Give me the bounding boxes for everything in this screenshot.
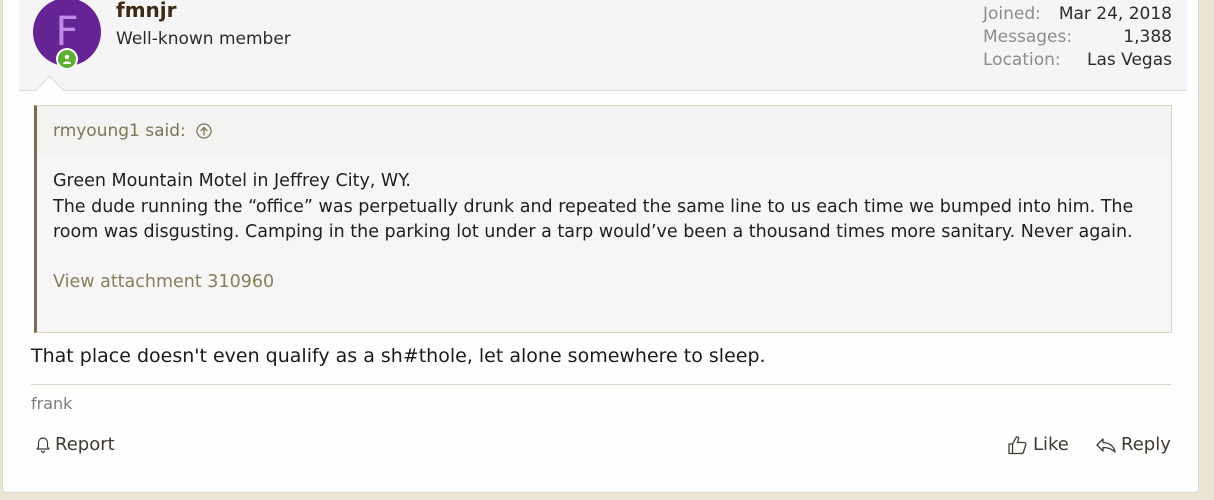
reply-arrow-icon: [1096, 437, 1116, 453]
thumbs-up-icon: [1008, 435, 1027, 454]
report-button[interactable]: Report: [35, 434, 115, 455]
post-body: That place doesn't even qualify as a sh#…: [31, 345, 766, 367]
stat-label: Joined:: [983, 4, 1041, 24]
stat-label: Messages:: [983, 27, 1073, 47]
user-online-icon: [56, 48, 78, 70]
stat-messages: Messages: 1,388: [983, 26, 1172, 49]
quote-paragraph: The dude running the “office” was perpet…: [53, 196, 1134, 243]
stat-joined: Joined: Mar 24, 2018: [983, 3, 1172, 26]
stat-value: 1,388: [1123, 27, 1172, 47]
signature-divider: [31, 384, 1171, 385]
stat-location: Location: Las Vegas: [983, 49, 1172, 72]
stat-value: Mar 24, 2018: [1058, 4, 1172, 24]
stat-label: Location:: [983, 50, 1061, 70]
quote-author-said[interactable]: rmyoung1 said:: [53, 121, 186, 141]
message-post: F fmnjr Well-known member Joined: Mar 24…: [2, 0, 1199, 493]
quote-block: rmyoung1 said: Green Mountain Motel in J…: [34, 105, 1172, 333]
like-button[interactable]: Like: [1007, 434, 1069, 455]
view-attachment-link[interactable]: View attachment 310960: [53, 270, 274, 296]
username[interactable]: fmnjr: [116, 0, 177, 21]
reply-button[interactable]: Reply: [1095, 434, 1171, 455]
arrow-up-circle-icon[interactable]: [196, 122, 212, 139]
like-label: Like: [1033, 434, 1069, 455]
report-label: Report: [55, 434, 115, 455]
message-user-header: F fmnjr Well-known member Joined: Mar 24…: [19, 0, 1187, 91]
reply-label: Reply: [1121, 434, 1171, 455]
user-title: Well-known member: [116, 29, 291, 49]
user-stats: Joined: Mar 24, 2018 Messages: 1,388 Loc…: [983, 3, 1172, 72]
bell-icon: [36, 436, 50, 453]
stat-value: Las Vegas: [1087, 50, 1172, 70]
quote-attribution: rmyoung1 said:: [37, 106, 1171, 155]
quote-content: Green Mountain Motel in Jeffrey City, WY…: [37, 155, 1171, 295]
signature: frank: [31, 394, 73, 413]
quote-line: Green Mountain Motel in Jeffrey City, WY…: [53, 171, 411, 191]
